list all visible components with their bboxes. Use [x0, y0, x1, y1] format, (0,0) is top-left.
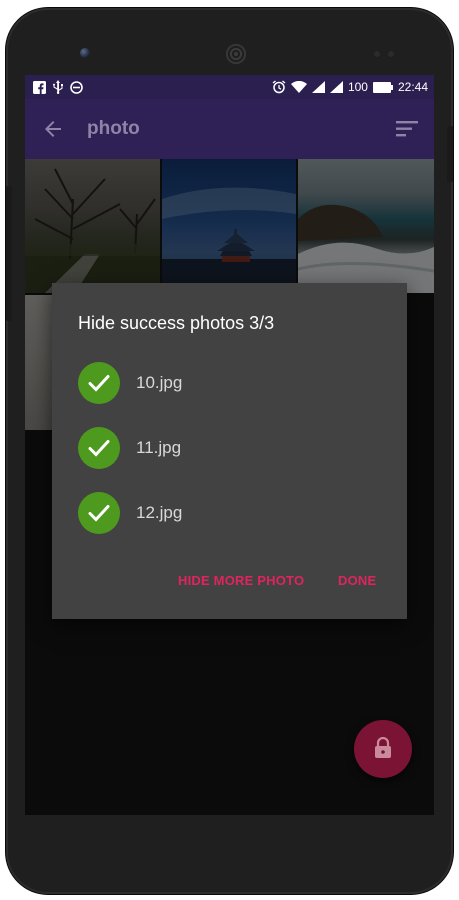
do-not-disturb-icon: [70, 80, 83, 94]
list-item: 12.jpg: [78, 492, 378, 536]
signal-icon: [311, 81, 325, 93]
lock-fab-button[interactable]: [354, 720, 412, 778]
file-name: 11.jpg: [136, 438, 182, 457]
screen: 100 22:44 photo Hide success photos 3/3 …: [25, 75, 434, 815]
front-camera: [80, 48, 90, 58]
battery-level: 100: [347, 80, 368, 94]
app-bar: photo: [25, 99, 434, 159]
file-name: 12.jpg: [136, 503, 183, 522]
volume-button: [6, 186, 12, 321]
power-button: [447, 126, 453, 182]
wifi-icon: [290, 81, 307, 93]
earpiece-speaker: [217, 35, 255, 73]
check-icon: [78, 362, 120, 404]
usb-icon: [53, 80, 63, 94]
check-icon: [78, 427, 120, 469]
sort-icon[interactable]: [396, 119, 420, 139]
file-name: 10.jpg: [136, 373, 183, 392]
clock: 22:44: [397, 80, 428, 94]
lock-icon: [375, 737, 391, 758]
done-button[interactable]: DONE: [338, 573, 376, 588]
light-sensor: [388, 51, 394, 57]
signal-icon: [329, 81, 343, 93]
hide-success-dialog: Hide success photos 3/3 10.jpg 11.jpg 12…: [52, 283, 407, 619]
status-bar: 100 22:44: [25, 75, 434, 99]
alarm-icon: [272, 80, 286, 94]
battery-icon: [372, 81, 393, 93]
dialog-title: Hide success photos 3/3: [78, 313, 275, 333]
list-item: 11.jpg: [78, 427, 378, 471]
arrow-left-icon[interactable]: [39, 115, 67, 143]
page-title: photo: [87, 118, 140, 139]
facebook-icon: [33, 80, 46, 94]
hide-more-photo-button[interactable]: HIDE MORE PHOTO: [178, 573, 304, 588]
check-icon: [78, 492, 120, 534]
list-item: 10.jpg: [78, 362, 378, 406]
proximity-sensor: [374, 51, 380, 57]
